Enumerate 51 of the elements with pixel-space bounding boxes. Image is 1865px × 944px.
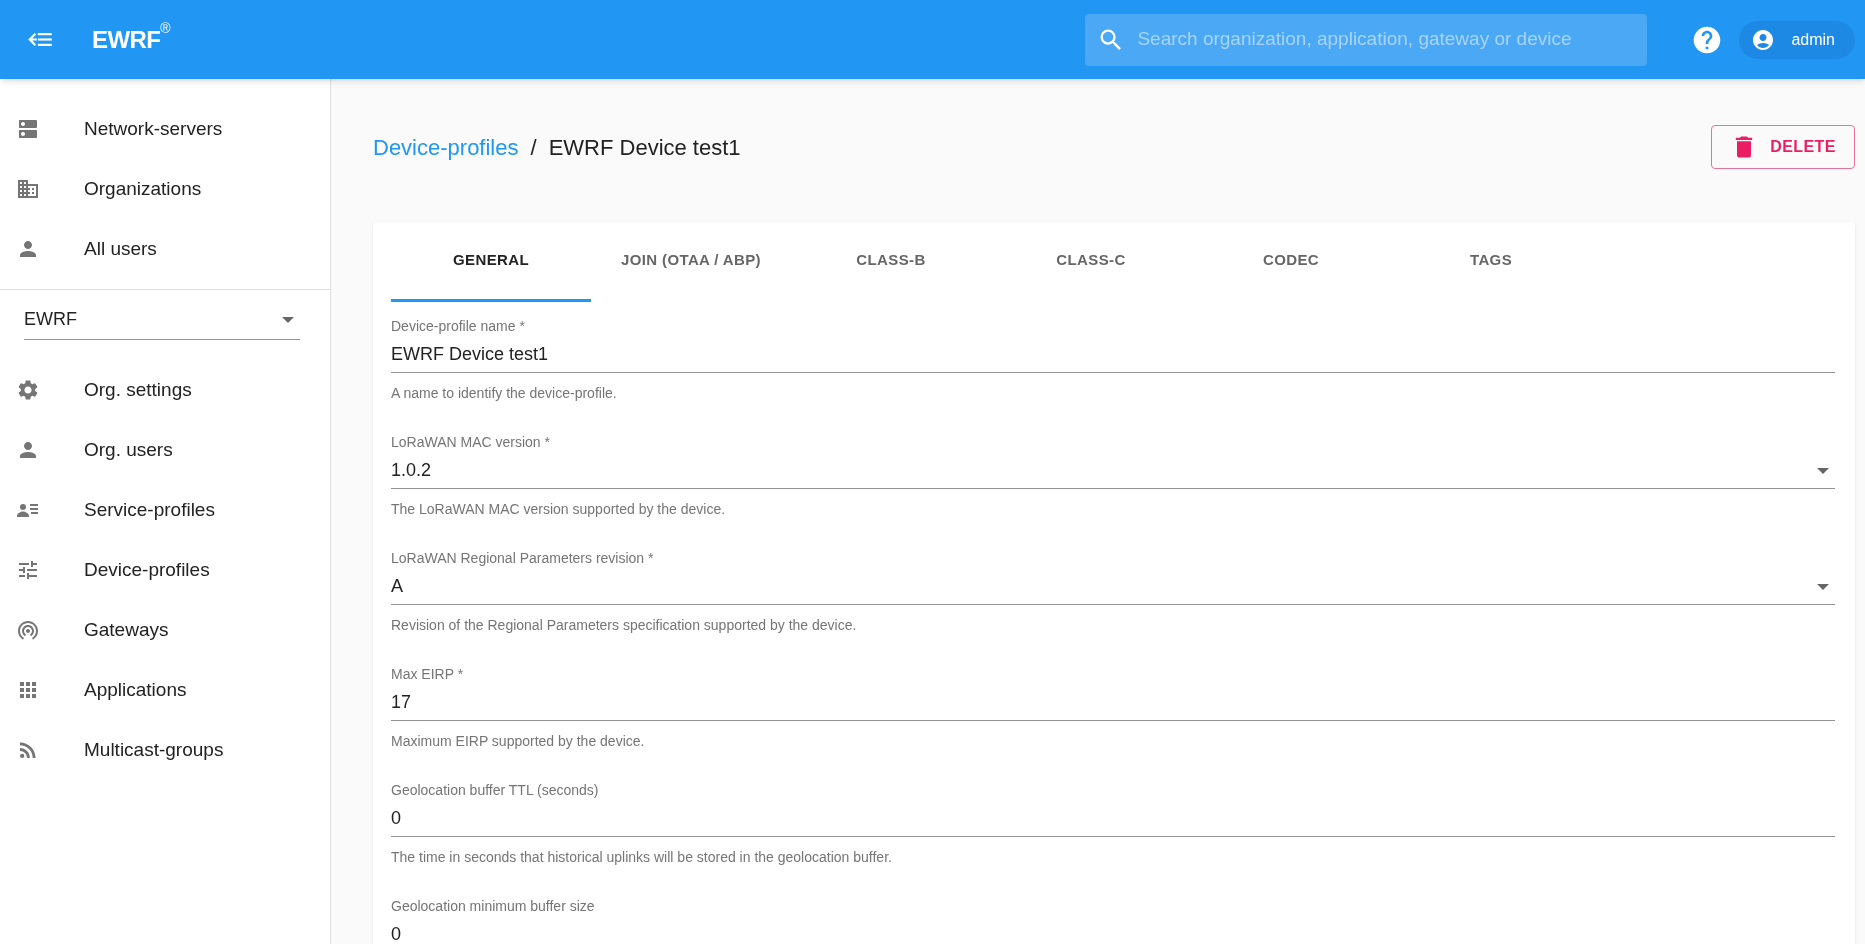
sliders-icon xyxy=(16,558,40,582)
dropdown-arrow-icon xyxy=(1817,467,1829,474)
server-icon xyxy=(16,117,40,141)
search-field[interactable]: Search organization, application, gateway or device xyxy=(1085,13,1648,66)
input-field[interactable]: EWRF Device test1 xyxy=(391,337,1835,373)
sidebar-item[interactable]: Applications xyxy=(0,660,330,720)
organization-select[interactable]: EWRF xyxy=(24,300,300,340)
field-label: LoRaWAN MAC version * xyxy=(391,433,551,452)
user-menu-button[interactable]: admin xyxy=(1739,20,1855,59)
logo: EWRF® xyxy=(92,21,170,55)
select-field[interactable]: 1.0.2 xyxy=(391,453,1835,489)
tab[interactable]: CLASS-C xyxy=(991,222,1191,302)
antenna-icon xyxy=(16,618,40,642)
sidebar-item[interactable]: Network-servers xyxy=(0,99,330,159)
field-label: Geolocation buffer TTL (seconds) xyxy=(391,781,600,800)
input-field[interactable]: 0 xyxy=(391,917,1835,944)
helper-text: Maximum EIRP supported by the device. xyxy=(391,732,646,751)
select-field[interactable]: A xyxy=(391,569,1835,605)
field-label: Device-profile name * xyxy=(391,317,526,336)
page-title: EWRF Device test1 xyxy=(548,133,741,162)
input-field[interactable]: 17 xyxy=(391,685,1835,721)
search-input[interactable]: Search organization, application, gateway or device xyxy=(1137,25,1636,54)
helper-text: The LoRaWAN MAC version supported by the device. xyxy=(391,500,727,519)
delete-button[interactable]: DELETE xyxy=(1711,125,1855,169)
tab[interactable]: CODEC xyxy=(1191,222,1391,302)
sidebar-item[interactable]: Organizations xyxy=(0,159,330,219)
sidebar-item[interactable]: All users xyxy=(0,219,330,279)
tab[interactable]: CLASS-B xyxy=(791,222,991,302)
dropdown-arrow-icon xyxy=(1817,583,1829,590)
building-icon xyxy=(16,177,40,201)
sidebar-item[interactable]: Service-profiles xyxy=(0,480,330,540)
sidebar-item[interactable]: Org. users xyxy=(0,420,330,480)
tab[interactable]: JOIN (OTAA / ABP) xyxy=(591,222,791,302)
field-label: Geolocation minimum buffer size xyxy=(391,897,596,916)
helper-text: Revision of the Regional Parameters specification supported by the device. xyxy=(391,616,858,635)
field-label: Max EIRP * xyxy=(391,665,465,684)
input-field[interactable]: 0 xyxy=(391,801,1835,837)
account-icon xyxy=(1751,27,1776,52)
breadcrumb-separator: / xyxy=(530,133,537,162)
sidebar-item[interactable]: Org. settings xyxy=(0,360,330,420)
gear-icon xyxy=(16,378,40,402)
collapse-menu-icon[interactable] xyxy=(28,32,52,47)
field-label: LoRaWAN Regional Parameters revision * xyxy=(391,549,655,568)
helper-text: The time in seconds that historical uplinks will be stored in the geolocation buffer. xyxy=(391,848,893,867)
sidebar-item[interactable]: Device-profiles xyxy=(0,540,330,600)
sidebar-item[interactable]: Gateways xyxy=(0,600,330,660)
sidebar-item[interactable]: Multicast-groups xyxy=(0,720,330,780)
tab[interactable]: TAGS xyxy=(1391,222,1591,302)
tab[interactable]: GENERAL xyxy=(391,222,591,302)
helper-text: A name to identify the device-profile. xyxy=(391,384,618,403)
dropdown-arrow-icon xyxy=(282,316,294,323)
